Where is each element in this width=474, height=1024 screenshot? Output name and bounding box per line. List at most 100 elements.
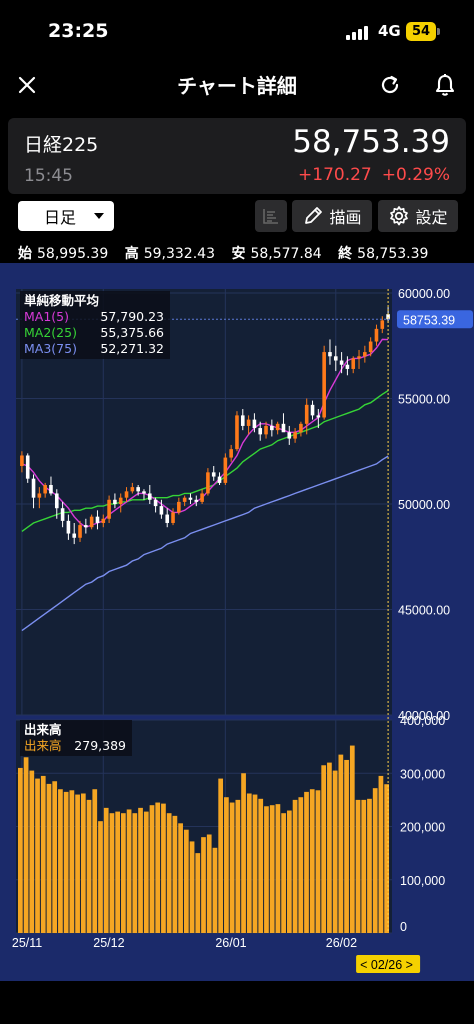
volume-bar	[63, 791, 69, 933]
candle-body	[328, 352, 332, 357]
chart-area[interactable]: 60000.00 55000.00 50000.00 45000.00 40000.00…	[0, 263, 474, 981]
volume-bar	[269, 805, 275, 933]
candle-body	[165, 514, 170, 523]
volume-bar	[195, 853, 201, 933]
candle-body	[333, 356, 338, 361]
caret-down-icon	[94, 213, 104, 219]
timeframe-label: 日足	[44, 208, 77, 227]
volume-value: 279,389	[74, 738, 126, 753]
candle-body	[351, 358, 356, 369]
candle-body	[31, 478, 36, 498]
candle-body	[240, 415, 245, 426]
candle-body	[182, 497, 187, 502]
candle-body	[304, 404, 309, 424]
open-value: 58,995.39	[37, 246, 109, 262]
candle-body	[246, 419, 251, 426]
candle-body	[101, 518, 106, 523]
volume-bar	[275, 804, 281, 933]
close-value: 58,753.39	[357, 246, 429, 262]
ma1-name: MA1(5)	[24, 309, 69, 324]
price-tick-label: 50000.00	[398, 498, 450, 512]
volume-bar	[40, 775, 46, 933]
network-type: 4G	[378, 22, 401, 40]
candle-body	[200, 493, 204, 502]
volume-bar	[149, 805, 155, 933]
candle-body	[124, 491, 129, 498]
candle-body	[258, 428, 263, 435]
draw-button[interactable]: 描画	[292, 200, 372, 232]
ma3-name: MA3(75)	[24, 341, 77, 356]
volume-legend-title: 出来高	[24, 722, 62, 737]
volume-bar	[292, 799, 298, 933]
candle-body	[194, 499, 199, 502]
bell-icon	[435, 74, 455, 96]
volume-bar	[18, 767, 23, 933]
volume-bar	[166, 813, 172, 933]
volume-bar	[229, 802, 235, 933]
volume-bar	[349, 745, 355, 933]
index-price: 58,753.39	[292, 124, 450, 160]
timeframe-select[interactable]: 日足	[18, 201, 114, 231]
volume-bar	[355, 799, 361, 933]
draw-label: 描画	[329, 208, 362, 227]
volume-bar	[309, 789, 315, 933]
candle-body	[147, 493, 152, 500]
alert-button[interactable]	[428, 68, 462, 102]
settings-button[interactable]: 設定	[378, 200, 458, 232]
price-change: +170.27 +0.29%	[288, 165, 450, 185]
volume-tick-label: 200,000	[400, 821, 445, 835]
high-value: 59,332.43	[143, 246, 215, 262]
volume-tick-label: 300,000	[400, 767, 445, 781]
candle-body	[107, 499, 111, 519]
volume-bar	[218, 778, 224, 933]
chart-list-button[interactable]	[255, 200, 287, 232]
candle-body	[130, 487, 135, 492]
candle-body	[380, 320, 385, 329]
volume-bar	[264, 806, 269, 933]
volume-bar	[109, 813, 115, 933]
candle-body	[142, 491, 146, 494]
candle-body	[159, 506, 164, 515]
ma3-value: 52,271.32	[100, 341, 164, 356]
change-value: +170.27	[298, 165, 372, 185]
low-label: 安	[231, 246, 246, 262]
volume-tick-label: 100,000	[400, 874, 445, 888]
volume-bar	[224, 797, 229, 933]
volume-bar	[361, 799, 367, 933]
volume-bar	[52, 781, 58, 933]
volume-bar	[126, 809, 132, 933]
volume-bar	[252, 794, 258, 933]
refresh-button[interactable]	[373, 68, 407, 102]
price-tick-label: 60000.00	[398, 287, 450, 301]
x-tick-label: 26/01	[215, 936, 246, 950]
quote-panel: 日経225 58,753.39 15:45 +170.27 +0.29%	[8, 118, 466, 194]
battery-icon: 54	[406, 22, 436, 41]
volume-bar	[332, 770, 338, 933]
volume-bar	[138, 807, 143, 933]
x-tick-label: 25/11	[12, 936, 42, 950]
volume-bar	[143, 811, 149, 933]
volume-bar	[183, 829, 189, 933]
volume-bar	[315, 790, 321, 933]
volume-bar	[246, 793, 252, 933]
change-percent: +0.29%	[381, 165, 450, 185]
volume-bar	[103, 807, 109, 933]
candle-body	[363, 352, 367, 357]
settings-label: 設定	[415, 208, 448, 227]
candle-body	[345, 364, 350, 369]
volume-bar	[372, 788, 378, 933]
volume-legend: 出来高 出来高 279,389	[20, 720, 132, 756]
candle-body	[20, 455, 24, 467]
candle-body	[293, 432, 297, 439]
candle-body	[113, 499, 117, 504]
volume-bar	[115, 811, 121, 933]
volume-bar	[86, 799, 92, 933]
candle-body	[299, 423, 303, 433]
candle-body	[211, 472, 216, 477]
price-chart[interactable]: 60000.0055000.0050000.0045000.0040000.00…	[0, 263, 474, 981]
volume-bar	[161, 803, 166, 933]
candle-body	[310, 404, 315, 416]
legend-ma2: MA2(25) 55,375.66	[24, 325, 164, 341]
signal-icon	[346, 24, 372, 40]
volume-bar	[80, 793, 86, 933]
